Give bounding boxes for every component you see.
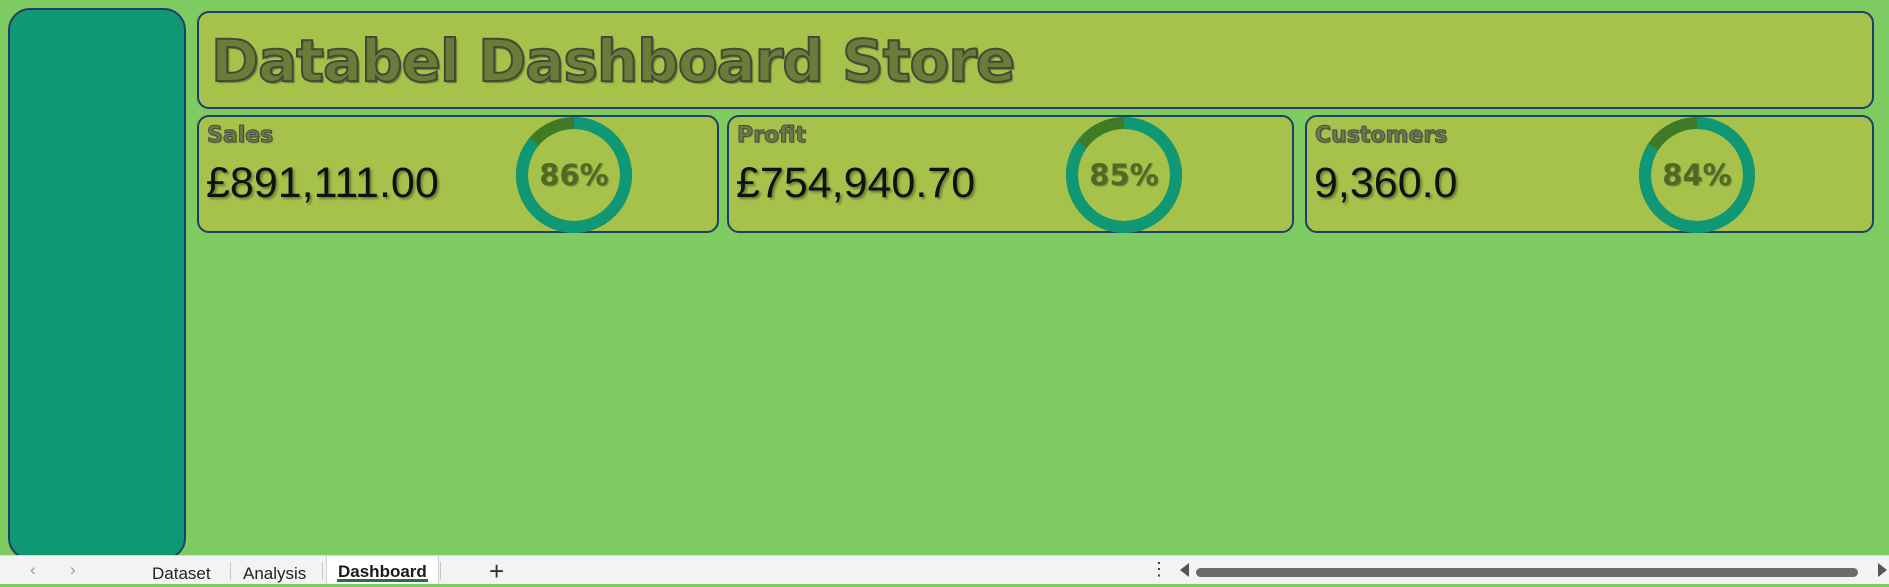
more-options-icon[interactable]: ⋮ — [1150, 559, 1168, 580]
tab-dashboard[interactable]: Dashboard — [326, 556, 439, 584]
donut-percent: 86% — [539, 158, 609, 192]
tab-analysis[interactable]: Analysis — [243, 564, 306, 584]
tab-divider — [440, 562, 441, 580]
dashboard-title: Databel Dashboard Store — [210, 26, 1016, 96]
kpi-label: Sales — [206, 123, 274, 149]
kpi-value: £754,940.70 — [736, 159, 976, 207]
kpi-card-customers: Customers 9,360.0 84% — [1305, 115, 1874, 233]
kpi-donut: 86% — [516, 117, 632, 233]
tab-dataset[interactable]: Dataset — [152, 564, 211, 584]
kpi-value: £891,111.00 — [206, 159, 439, 207]
scroll-right-icon[interactable] — [1878, 563, 1887, 577]
donut-percent: 85% — [1089, 158, 1159, 192]
scroll-left-icon[interactable] — [1180, 563, 1189, 577]
tab-divider — [230, 562, 231, 580]
kpi-card-profit: Profit £754,940.70 85% — [727, 115, 1294, 233]
kpi-label: Profit — [737, 123, 807, 149]
kpi-donut: 85% — [1066, 117, 1182, 233]
prev-sheet-icon[interactable]: ‹ — [30, 560, 36, 580]
kpi-card-sales: Sales £891,111.00 86% — [197, 115, 719, 233]
sidebar-panel — [8, 8, 186, 560]
kpi-donut: 84% — [1639, 117, 1755, 233]
next-sheet-icon[interactable]: › — [70, 560, 76, 580]
tab-divider — [322, 562, 323, 580]
kpi-label: Customers — [1314, 123, 1448, 149]
plus-icon[interactable]: + — [489, 556, 504, 587]
title-panel: Databel Dashboard Store — [197, 11, 1874, 109]
horizontal-scrollbar[interactable] — [1196, 568, 1858, 577]
kpi-value: 9,360.0 — [1314, 159, 1458, 207]
sheet-tab-bar: ‹ › Dataset Analysis Dashboard + ⋮ — [0, 555, 1889, 587]
donut-percent: 84% — [1662, 158, 1732, 192]
